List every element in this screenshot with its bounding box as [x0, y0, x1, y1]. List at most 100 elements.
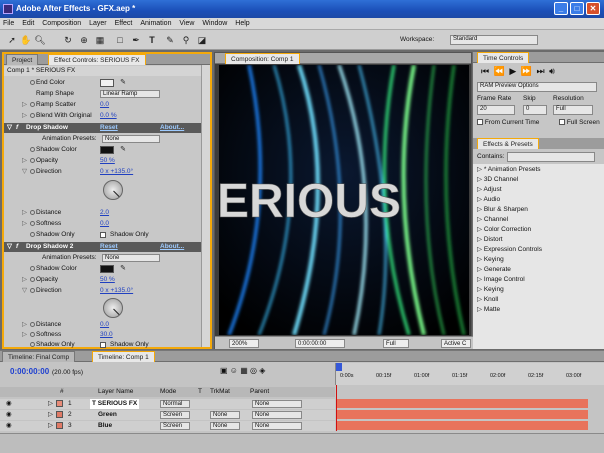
tab-time-controls[interactable]: Time Controls [477, 52, 530, 63]
rectangle-mask-tool-icon[interactable]: □ [114, 34, 126, 46]
play-icon[interactable]: ▶ [509, 66, 517, 76]
camera-dropdown[interactable]: Active C [441, 339, 471, 348]
workspace-dropdown[interactable]: Standard [450, 35, 538, 45]
menu-window[interactable]: Window [199, 18, 230, 30]
drop-shadow-2-header[interactable]: ▽ f Drop Shadow 2 Reset About... [4, 242, 202, 252]
stopwatch-icon[interactable] [30, 342, 35, 347]
trkmat-dropdown[interactable]: None [210, 411, 240, 419]
effects-list-item[interactable]: ▷ Image Control [477, 275, 525, 285]
menu-animation[interactable]: Animation [137, 18, 174, 30]
composition-viewer[interactable]: ERIOUS [219, 65, 469, 335]
menu-layer[interactable]: Layer [86, 18, 110, 30]
twirl-icon[interactable]: ▷ [22, 320, 27, 330]
stopwatch-icon[interactable] [30, 80, 35, 85]
stopwatch-icon[interactable] [30, 288, 35, 293]
opacity-value[interactable]: 50 % [100, 156, 115, 166]
twirl-icon[interactable]: ▷ [48, 421, 53, 431]
orbit-camera-tool-icon[interactable]: ⊕ [78, 34, 90, 46]
eraser-tool-icon[interactable]: ◪ [196, 34, 208, 46]
effect-controls-scrollbar[interactable] [201, 65, 210, 347]
distance-value[interactable]: 2.0 [100, 208, 109, 218]
first-frame-icon[interactable]: ⏮ [481, 66, 490, 76]
layer-row[interactable]: ◉ ▷ 1 T SERIOUS FX Normal None [0, 399, 335, 409]
effects-list-item[interactable]: ▷ Channel [477, 215, 508, 225]
menu-edit[interactable]: Edit [19, 18, 37, 30]
eye-icon[interactable]: ◉ [6, 399, 12, 409]
direction-value[interactable]: 0 x +135.0° [100, 167, 133, 177]
twirl-icon[interactable]: ▷ [48, 399, 53, 409]
presets-dropdown[interactable]: None [102, 135, 160, 143]
direction-dial[interactable] [103, 298, 123, 318]
time-ruler[interactable]: 0:00s 00:15f 01:00f 01:15f 02:00f 02:15f… [335, 363, 604, 385]
next-frame-icon[interactable]: ⏩ [521, 66, 533, 76]
twirl-icon[interactable]: ▷ [22, 156, 27, 166]
menu-view[interactable]: View [176, 18, 197, 30]
softness-value[interactable]: 30.0 [100, 330, 113, 340]
frame-blend-icon[interactable]: ▦ [240, 366, 248, 375]
pan-behind-tool-icon[interactable]: ▦ [94, 34, 106, 46]
blend-value[interactable]: 0.0 % [100, 111, 117, 121]
ramp-shape-dropdown[interactable]: Linear Ramp [100, 90, 160, 98]
stopwatch-icon[interactable] [30, 266, 35, 271]
stopwatch-icon[interactable] [30, 332, 35, 337]
twirl-icon[interactable]: ▷ [48, 410, 53, 420]
drop-shadow-header[interactable]: ▽ f Drop Shadow Reset About... [4, 123, 202, 133]
audio-icon[interactable]: 🔊︎ [549, 66, 556, 76]
minimize-button[interactable]: _ [554, 2, 568, 15]
effects-list-item[interactable]: ▷ Matte [477, 305, 500, 315]
effects-list-item[interactable]: ▷ Expression Controls [477, 245, 542, 255]
skip-field[interactable]: 0 [523, 105, 547, 115]
graph-editor-icon[interactable]: ◈ [259, 366, 265, 375]
stopwatch-icon[interactable] [30, 169, 35, 174]
stopwatch-icon[interactable] [30, 322, 35, 327]
stopwatch-icon[interactable] [30, 221, 35, 226]
motion-blur-icon[interactable]: ◎ [250, 366, 257, 375]
layer-duration-bar[interactable] [336, 421, 588, 430]
stopwatch-icon[interactable] [30, 277, 35, 282]
effects-list-item[interactable]: ▷ Keying [477, 285, 504, 295]
twirl-down-icon[interactable]: ▽ [7, 242, 12, 252]
mode-dropdown[interactable]: Screen [160, 411, 190, 419]
effects-list-item[interactable]: ▷ Distort [477, 235, 503, 245]
about-link[interactable]: About... [160, 123, 184, 133]
layer-name[interactable]: Blue [98, 421, 112, 431]
stopwatch-icon[interactable] [30, 210, 35, 215]
current-time-indicator[interactable] [336, 363, 342, 371]
eye-icon[interactable]: ◉ [6, 421, 12, 431]
parent-dropdown[interactable]: None [252, 400, 302, 408]
parent-dropdown[interactable]: None [252, 411, 302, 419]
opacity-value[interactable]: 50 % [100, 275, 115, 285]
layer-duration-bar[interactable] [336, 399, 588, 408]
shadow-color-swatch[interactable] [100, 265, 114, 273]
shadow-color-swatch[interactable] [100, 146, 114, 154]
twirl-down-icon[interactable]: ▽ [22, 167, 27, 177]
maximize-button[interactable]: □ [570, 2, 584, 15]
layer-row[interactable]: ◉ ▷ 2 Green Screen None None [0, 410, 335, 420]
effects-list-item[interactable]: ▷ Blur & Sharpen [477, 205, 528, 215]
twirl-icon[interactable]: ▷ [22, 208, 27, 218]
tab-timeline-comp-1[interactable]: Timeline: Comp 1 [92, 351, 155, 362]
end-color-swatch[interactable] [100, 79, 114, 87]
effects-list-item[interactable]: ▷ Adjust [477, 185, 502, 195]
resolution-dropdown[interactable]: Full [553, 105, 593, 115]
stopwatch-icon[interactable] [30, 147, 35, 152]
twirl-icon[interactable]: ▷ [22, 111, 27, 121]
eyedropper-icon[interactable]: ✎ [117, 144, 129, 156]
effects-list-item[interactable]: ▷ * Animation Presets [477, 165, 541, 175]
shy-icon[interactable]: ☺ [230, 366, 238, 375]
trkmat-dropdown[interactable]: None [210, 422, 240, 430]
layer-duration-bar[interactable] [336, 410, 588, 419]
fx-icon[interactable]: f [16, 123, 18, 133]
stopwatch-icon[interactable] [30, 232, 35, 237]
label-color-chip[interactable] [56, 422, 63, 429]
effects-list-item[interactable]: ▷ Generate [477, 265, 511, 275]
type-tool-icon[interactable]: T [146, 34, 158, 46]
layer-name[interactable]: T SERIOUS FX [90, 399, 140, 409]
shadow-only-checkbox[interactable] [100, 342, 106, 348]
ramp-scatter-value[interactable]: 0.0 [100, 100, 109, 110]
twirl-icon[interactable]: ▷ [22, 100, 27, 110]
reset-link[interactable]: Reset [100, 123, 118, 133]
label-color-chip[interactable] [56, 400, 63, 407]
tab-project[interactable]: Project [6, 54, 39, 65]
layer-name[interactable]: Green [98, 410, 117, 420]
